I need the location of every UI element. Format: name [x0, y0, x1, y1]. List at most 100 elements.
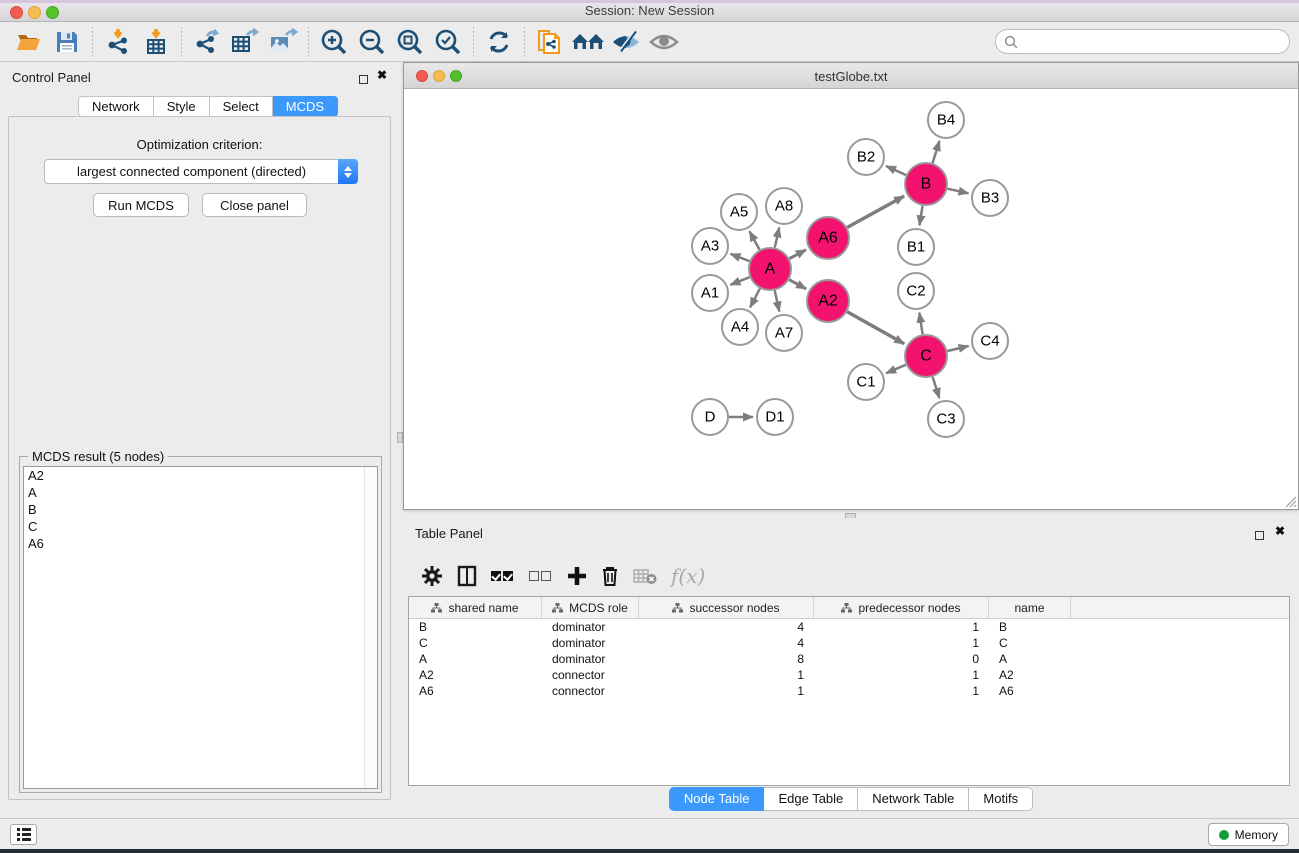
graph-node-A4[interactable]: A4 — [722, 309, 758, 345]
graph-edge-C-C3[interactable] — [933, 377, 940, 398]
delete-column-button[interactable] — [601, 561, 619, 591]
graph-edge-B-B1[interactable] — [919, 206, 922, 226]
search-field[interactable] — [995, 29, 1290, 54]
export-network-button[interactable] — [188, 25, 226, 59]
graph-node-A[interactable]: A — [749, 248, 791, 290]
tab-node-table[interactable]: Node Table — [669, 787, 765, 811]
tab-network[interactable]: Network — [78, 96, 154, 117]
graph-edge-A-A7[interactable] — [775, 290, 780, 311]
tab-edge-table[interactable]: Edge Table — [764, 787, 858, 811]
mcds-result-list[interactable]: A2ABCA6 — [23, 466, 378, 789]
memory-button[interactable]: Memory — [1208, 823, 1289, 846]
mcds-result-item[interactable]: C — [24, 518, 377, 535]
float-panel-button[interactable] — [359, 71, 368, 89]
graph-edge-A-A1[interactable] — [730, 277, 749, 285]
mcds-result-item[interactable]: A — [24, 484, 377, 501]
save-session-button[interactable] — [48, 25, 86, 59]
graph-node-A8[interactable]: A8 — [766, 188, 802, 224]
graph-node-B3[interactable]: B3 — [972, 180, 1008, 216]
tab-mcds[interactable]: MCDS — [273, 96, 338, 117]
graph-node-B4[interactable]: B4 — [928, 102, 964, 138]
import-table-button[interactable] — [137, 25, 175, 59]
graph-edge-A-A6[interactable] — [789, 250, 806, 259]
resize-grip-icon[interactable] — [1283, 494, 1297, 508]
graph-node-A3[interactable]: A3 — [692, 228, 728, 264]
export-image-button[interactable] — [264, 25, 302, 59]
table-row[interactable]: A2connector11A2 — [409, 667, 1289, 683]
graph-edge-A-A8[interactable] — [775, 227, 779, 247]
search-input[interactable] — [1023, 35, 1289, 49]
graph-node-B[interactable]: B — [905, 163, 947, 205]
network-window-titlebar[interactable]: testGlobe.txt — [404, 63, 1298, 89]
mcds-result-item[interactable]: A2 — [24, 467, 377, 484]
graph-node-C2[interactable]: C2 — [898, 273, 934, 309]
run-mcds-button[interactable]: Run MCDS — [93, 193, 189, 217]
deselect-all-button[interactable] — [529, 561, 553, 591]
close-table-panel-button[interactable]: ✖ — [1275, 524, 1285, 538]
close-panel-button[interactable]: ✖ — [377, 68, 387, 82]
delete-table-button[interactable] — [633, 561, 657, 591]
show-graphics-details-button[interactable] — [645, 25, 683, 59]
zoom-out-button[interactable] — [353, 25, 391, 59]
column-header-name[interactable]: name — [989, 597, 1071, 619]
graph-node-C3[interactable]: C3 — [928, 401, 964, 437]
graph-edge-A-A5[interactable] — [750, 231, 760, 249]
criterion-dropdown[interactable]: largest connected component (directed) — [44, 159, 358, 184]
tab-network-table[interactable]: Network Table — [858, 787, 969, 811]
table-row[interactable]: Adominator80A — [409, 651, 1289, 667]
tab-select[interactable]: Select — [210, 96, 273, 117]
open-session-button[interactable] — [10, 25, 48, 59]
graph-node-A1[interactable]: A1 — [692, 275, 728, 311]
graph-node-B1[interactable]: B1 — [898, 229, 934, 265]
node-table[interactable]: shared nameMCDS rolesuccessor nodesprede… — [408, 596, 1290, 786]
graph-node-B2[interactable]: B2 — [848, 139, 884, 175]
graph-node-D[interactable]: D — [692, 399, 728, 435]
graph-node-A6[interactable]: A6 — [807, 217, 849, 259]
zoom-fit-button[interactable] — [391, 25, 429, 59]
graph-node-A5[interactable]: A5 — [721, 194, 757, 230]
table-row[interactable]: Cdominator41C — [409, 635, 1289, 651]
graph-edge-B-B3[interactable] — [947, 189, 968, 194]
table-settings-button[interactable] — [421, 561, 443, 591]
graph-edge-C-C1[interactable] — [886, 365, 906, 374]
scrollbar-track[interactable] — [364, 467, 377, 788]
refresh-button[interactable] — [480, 25, 518, 59]
import-network-button[interactable] — [99, 25, 137, 59]
copy-session-button[interactable] — [531, 25, 569, 59]
graph-node-D1[interactable]: D1 — [757, 399, 793, 435]
graph-edge-A6-B[interactable] — [847, 196, 904, 227]
graph-edge-C-C4[interactable] — [947, 346, 968, 351]
float-table-panel-button[interactable] — [1255, 527, 1264, 545]
tab-style[interactable]: Style — [154, 96, 210, 117]
mcds-result-item[interactable]: B — [24, 501, 377, 518]
zoom-selected-button[interactable] — [429, 25, 467, 59]
graph-edge-B-B4[interactable] — [933, 141, 940, 163]
graph-edge-A-A4[interactable] — [750, 289, 760, 308]
table-row[interactable]: Bdominator41B — [409, 619, 1289, 635]
add-column-button[interactable] — [567, 561, 587, 591]
graph-node-C[interactable]: C — [905, 335, 947, 377]
graph-edge-C-C2[interactable] — [919, 313, 922, 335]
graph-edge-B-B2[interactable] — [886, 166, 906, 175]
table-row[interactable]: A6connector11A6 — [409, 683, 1289, 699]
graph-node-A2[interactable]: A2 — [807, 280, 849, 322]
graph-edge-A2-C[interactable] — [847, 312, 904, 344]
graph-edge-A-A2[interactable] — [789, 280, 806, 289]
column-header-predecessor-nodes[interactable]: predecessor nodes — [814, 597, 989, 619]
column-header-MCDS-role[interactable]: MCDS role — [542, 597, 639, 619]
mcds-result-item[interactable]: A6 — [24, 535, 377, 552]
network-canvas[interactable]: B4B2BB3A5A8A6B1A3AA1C2A2A4A7C4CC1C3DD1 — [404, 89, 1298, 509]
function-builder-button[interactable]: f(x) — [671, 561, 705, 591]
hide-graphics-details-button[interactable] — [607, 25, 645, 59]
home-network-button[interactable] — [569, 25, 607, 59]
task-history-button[interactable] — [10, 824, 37, 845]
show-columns-button[interactable] — [457, 561, 477, 591]
graph-node-A7[interactable]: A7 — [766, 315, 802, 351]
column-header-shared-name[interactable]: shared name — [409, 597, 542, 619]
tab-motifs[interactable]: Motifs — [969, 787, 1033, 811]
graph-node-C4[interactable]: C4 — [972, 323, 1008, 359]
select-all-button[interactable] — [491, 561, 515, 591]
zoom-in-button[interactable] — [315, 25, 353, 59]
close-panel-button-mcds[interactable]: Close panel — [202, 193, 307, 217]
graph-edge-A-A3[interactable] — [731, 254, 750, 261]
